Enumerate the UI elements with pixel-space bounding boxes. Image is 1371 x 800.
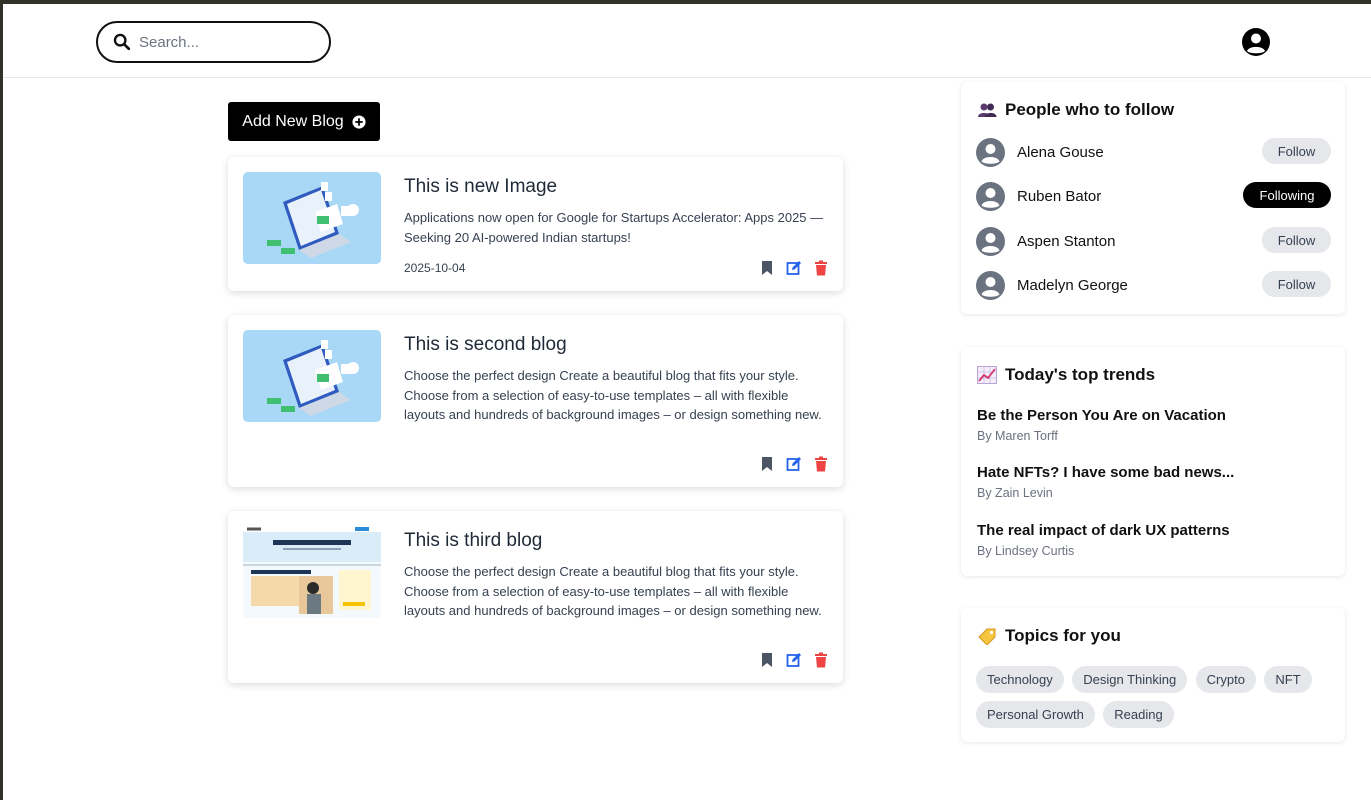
- avatar-icon: [976, 270, 1005, 300]
- list-item: Madelyn George Follow: [976, 270, 1331, 300]
- bookmark-icon[interactable]: [759, 260, 775, 276]
- trend-item[interactable]: Be the Person You Are on Vacation By Mar…: [977, 407, 1226, 443]
- person-name[interactable]: Ruben Bator: [1017, 188, 1101, 205]
- blog-title[interactable]: This is second blog: [404, 334, 567, 356]
- delete-icon[interactable]: [813, 260, 829, 276]
- bookmark-icon[interactable]: [759, 456, 775, 472]
- person-name[interactable]: Aspen Stanton: [1017, 233, 1115, 250]
- blog-title[interactable]: This is third blog: [404, 530, 542, 552]
- avatar-icon: [976, 181, 1005, 211]
- following-button[interactable]: Following: [1243, 182, 1331, 208]
- blog-thumbnail: [243, 526, 381, 618]
- list-item: Aspen Stanton Follow: [976, 226, 1331, 256]
- tag-icon: [978, 628, 996, 645]
- blog-description: Choose the perfect design Create a beaut…: [404, 368, 822, 422]
- bookmark-icon[interactable]: [759, 652, 775, 668]
- top-header: [3, 4, 1371, 78]
- trend-title[interactable]: Hate NFTs? I have some bad news...: [977, 464, 1234, 481]
- trend-author: By Lindsey Curtis: [977, 544, 1075, 558]
- blog-card[interactable]: This is second blog Choose the perfect d…: [228, 315, 843, 487]
- edit-icon[interactable]: [786, 260, 802, 276]
- person-name[interactable]: Alena Gouse: [1017, 144, 1104, 161]
- topic-tag[interactable]: NFT: [1264, 666, 1312, 693]
- blog-card[interactable]: This is new Image Applications now open …: [228, 157, 843, 291]
- panel-title: Topics for you: [1005, 626, 1121, 645]
- delete-icon[interactable]: [813, 652, 829, 668]
- people-icon: [978, 103, 997, 117]
- trend-item[interactable]: Hate NFTs? I have some bad news... By Za…: [977, 464, 1234, 500]
- chart-trend-icon: [977, 366, 997, 384]
- trend-author: By Zain Levin: [977, 486, 1053, 500]
- plus-circle-icon: [352, 114, 366, 129]
- avatar-icon: [976, 226, 1005, 256]
- edit-icon[interactable]: [786, 652, 802, 668]
- search-input[interactable]: [139, 33, 309, 51]
- topic-tags: Technology Design Thinking Crypto NFT Pe…: [976, 666, 1336, 736]
- blog-description: Choose the perfect design Create a beaut…: [404, 564, 822, 618]
- add-new-blog-button[interactable]: Add New Blog: [228, 102, 380, 141]
- topics-panel: Topics for you Technology Design Thinkin…: [961, 608, 1345, 742]
- user-avatar-icon[interactable]: [1241, 27, 1271, 57]
- blog-thumbnail: [243, 330, 381, 422]
- panel-title: Today's top trends: [1005, 365, 1156, 384]
- topic-tag[interactable]: Technology: [976, 666, 1064, 693]
- delete-icon[interactable]: [813, 456, 829, 472]
- blog-card[interactable]: This is third blog Choose the perfect de…: [228, 511, 843, 683]
- trend-title[interactable]: The real impact of dark UX patterns: [977, 522, 1230, 539]
- blog-description: Applications now open for Google for Sta…: [404, 210, 824, 245]
- avatar-icon: [976, 137, 1005, 167]
- panel-title: People who to follow: [1005, 100, 1175, 119]
- top-trends-panel: Today's top trends Be the Person You Are…: [961, 347, 1345, 576]
- topic-tag[interactable]: Personal Growth: [976, 701, 1095, 728]
- topic-tag[interactable]: Crypto: [1195, 666, 1256, 693]
- trend-author: By Maren Torff: [977, 429, 1058, 443]
- topic-tag[interactable]: Reading: [1103, 701, 1174, 728]
- add-new-blog-label: Add New Blog: [242, 112, 344, 130]
- person-name[interactable]: Madelyn George: [1017, 277, 1128, 294]
- search-box[interactable]: [96, 21, 331, 63]
- blog-thumbnail: [243, 172, 381, 264]
- follow-button[interactable]: Follow: [1262, 138, 1331, 164]
- search-icon: [113, 33, 131, 51]
- trend-title[interactable]: Be the Person You Are on Vacation: [977, 407, 1226, 424]
- topic-tag[interactable]: Design Thinking: [1072, 666, 1188, 693]
- trend-item[interactable]: The real impact of dark UX patterns By L…: [977, 522, 1230, 558]
- list-item: Ruben Bator Following: [976, 181, 1331, 211]
- follow-button[interactable]: Follow: [1262, 227, 1331, 253]
- list-item: Alena Gouse Follow: [976, 137, 1331, 167]
- people-to-follow-panel: People who to follow Alena Gouse Follow …: [961, 82, 1345, 314]
- edit-icon[interactable]: [786, 456, 802, 472]
- blog-title[interactable]: This is new Image: [404, 176, 557, 198]
- follow-button[interactable]: Follow: [1262, 271, 1331, 297]
- blog-date: 2025-10-04: [404, 261, 466, 275]
